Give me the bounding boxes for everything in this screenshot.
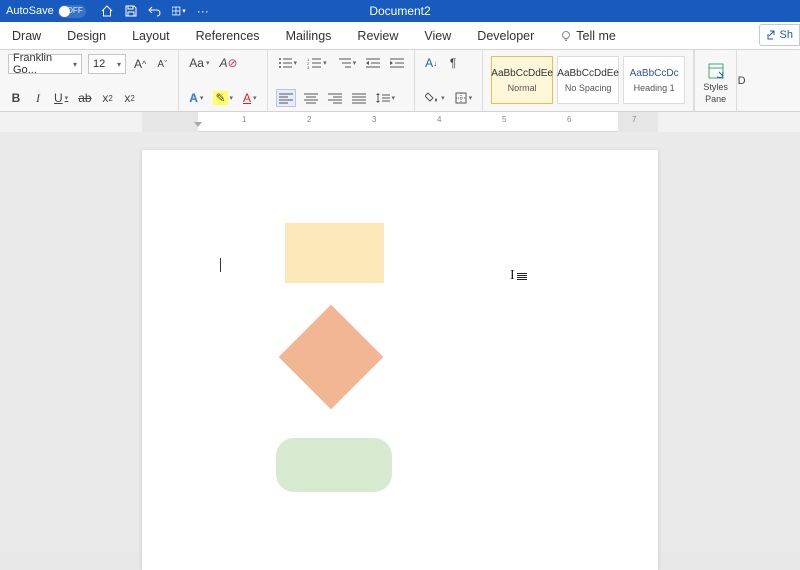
tab-mailings[interactable]: Mailings bbox=[284, 29, 334, 43]
clear-formatting-button[interactable]: A⊘ bbox=[217, 54, 239, 72]
font-group: Franklin Go... ▾ 12 ▾ A^ Aˇ B I U ab x2 … bbox=[0, 50, 179, 111]
highlight-button[interactable]: ✎ bbox=[211, 89, 235, 107]
ibeam-cursor-icon: I bbox=[510, 268, 527, 284]
underline-button[interactable]: U bbox=[52, 89, 70, 107]
autosave-switch[interactable]: OFF bbox=[58, 5, 86, 18]
tab-view[interactable]: View bbox=[422, 29, 453, 43]
style-name-label: Heading 1 bbox=[634, 83, 675, 93]
share-label: Sh bbox=[780, 29, 793, 41]
horizontal-ruler[interactable]: 1 2 3 4 5 6 7 bbox=[142, 112, 658, 132]
share-icon bbox=[766, 30, 777, 41]
style-no-spacing[interactable]: AaBbCcDdEe No Spacing bbox=[557, 56, 619, 104]
home-icon[interactable] bbox=[100, 4, 114, 18]
align-right-button[interactable] bbox=[326, 89, 344, 107]
font-name-value: Franklin Go... bbox=[13, 52, 73, 76]
ribbon-tabs: Draw Design Layout References Mailings R… bbox=[0, 22, 800, 50]
ruler-number: 2 bbox=[307, 115, 311, 124]
tab-review[interactable]: Review bbox=[355, 29, 400, 43]
lightbulb-icon bbox=[560, 30, 572, 42]
style-heading-1[interactable]: AaBbCcDc Heading 1 bbox=[623, 56, 685, 104]
multilevel-list-button[interactable] bbox=[335, 54, 359, 72]
font-size-value: 12 bbox=[93, 58, 105, 70]
ribbon-truncated: D bbox=[736, 50, 746, 111]
text-effects-button[interactable]: A bbox=[187, 89, 205, 107]
ruler-strip: 1 2 3 4 5 6 7 bbox=[0, 112, 800, 132]
sort-button[interactable]: A↓ bbox=[423, 54, 439, 72]
style-normal[interactable]: AaBbCcDdEe Normal bbox=[491, 56, 553, 104]
superscript-button[interactable]: x2 bbox=[122, 89, 138, 107]
shading-button[interactable] bbox=[423, 89, 447, 107]
pane-label-bottom: Pane bbox=[705, 94, 726, 104]
change-case-button[interactable]: Aa bbox=[187, 54, 211, 72]
diamond-shape[interactable] bbox=[279, 305, 384, 410]
italic-button[interactable]: I bbox=[30, 89, 46, 107]
chevron-down-icon: ▾ bbox=[73, 60, 77, 69]
numbering-button[interactable]: 123 bbox=[305, 54, 329, 72]
font-effects-group: Aa A⊘ A ✎ A bbox=[179, 50, 267, 111]
share-button[interactable]: Sh bbox=[759, 24, 800, 46]
subscript-button[interactable]: x2 bbox=[100, 89, 116, 107]
tab-developer[interactable]: Developer bbox=[475, 29, 536, 43]
style-preview: AaBbCcDc bbox=[630, 68, 679, 79]
decrease-indent-button[interactable] bbox=[364, 54, 382, 72]
style-preview: AaBbCcDdEe bbox=[491, 68, 553, 79]
style-name-label: Normal bbox=[508, 83, 537, 93]
quick-access-toolbar: ▾ ··· bbox=[100, 4, 210, 18]
document-canvas: I bbox=[0, 132, 800, 552]
pane-label-top: Styles bbox=[703, 82, 728, 92]
ruler-number: 1 bbox=[242, 115, 246, 124]
ribbon: Franklin Go... ▾ 12 ▾ A^ Aˇ B I U ab x2 … bbox=[0, 50, 800, 112]
chevron-down-icon: ▾ bbox=[117, 60, 121, 69]
tell-me-search[interactable]: Tell me bbox=[558, 29, 618, 43]
grow-font-button[interactable]: A^ bbox=[132, 55, 148, 73]
rectangle-shape[interactable] bbox=[285, 223, 384, 283]
tab-draw[interactable]: Draw bbox=[10, 29, 43, 43]
style-name-label: No Spacing bbox=[565, 83, 612, 93]
autosave-toggle[interactable]: AutoSave OFF bbox=[6, 5, 86, 18]
autosave-label: AutoSave bbox=[6, 5, 54, 17]
tab-layout[interactable]: Layout bbox=[130, 29, 172, 43]
tab-design[interactable]: Design bbox=[65, 29, 108, 43]
title-bar: AutoSave OFF ▾ ··· Document2 bbox=[0, 0, 800, 22]
ruler-number: 6 bbox=[567, 115, 571, 124]
increase-indent-button[interactable] bbox=[388, 54, 406, 72]
tab-references[interactable]: References bbox=[194, 29, 262, 43]
bullets-button[interactable] bbox=[276, 54, 300, 72]
styles-pane-icon bbox=[707, 62, 725, 80]
titlebar-left: AutoSave OFF ▾ ··· bbox=[0, 4, 210, 18]
strikethrough-button[interactable]: ab bbox=[76, 89, 93, 107]
style-preview: AaBbCcDdEe bbox=[557, 68, 619, 79]
font-name-select[interactable]: Franklin Go... ▾ bbox=[8, 54, 82, 74]
undo-icon[interactable] bbox=[148, 4, 162, 18]
grid-icon[interactable]: ▾ bbox=[172, 4, 186, 18]
font-size-select[interactable]: 12 ▾ bbox=[88, 54, 126, 74]
styles-group: AaBbCcDdEe Normal AaBbCcDdEe No Spacing … bbox=[483, 50, 694, 111]
svg-text:3: 3 bbox=[307, 65, 310, 69]
save-icon[interactable] bbox=[124, 4, 138, 18]
show-hide-button[interactable]: ¶ bbox=[445, 54, 461, 72]
line-spacing-button[interactable] bbox=[374, 89, 398, 107]
styles-pane-button[interactable]: Styles Pane bbox=[694, 50, 736, 111]
rounded-rectangle-shape[interactable] bbox=[276, 438, 392, 492]
ruler-number: 3 bbox=[372, 115, 376, 124]
ruler-number: 4 bbox=[437, 115, 441, 124]
justify-button[interactable] bbox=[350, 89, 368, 107]
shrink-font-button[interactable]: Aˇ bbox=[154, 55, 170, 73]
paragraph-group: 123 bbox=[268, 50, 416, 111]
autosave-state: OFF bbox=[67, 6, 83, 15]
align-center-button[interactable] bbox=[302, 89, 320, 107]
text-cursor bbox=[220, 258, 221, 272]
tell-me-label: Tell me bbox=[576, 29, 616, 43]
more-icon[interactable]: ··· bbox=[196, 4, 210, 18]
ruler-number: 7 bbox=[632, 115, 636, 124]
document-title: Document2 bbox=[369, 4, 430, 18]
align-left-button[interactable] bbox=[276, 89, 296, 107]
font-color-button[interactable]: A bbox=[241, 89, 259, 107]
paragraph-extras-group: A↓ ¶ bbox=[415, 50, 483, 111]
borders-button[interactable] bbox=[453, 89, 475, 107]
ruler-number: 5 bbox=[502, 115, 506, 124]
document-page[interactable]: I bbox=[142, 150, 658, 570]
bold-button[interactable]: B bbox=[8, 89, 24, 107]
